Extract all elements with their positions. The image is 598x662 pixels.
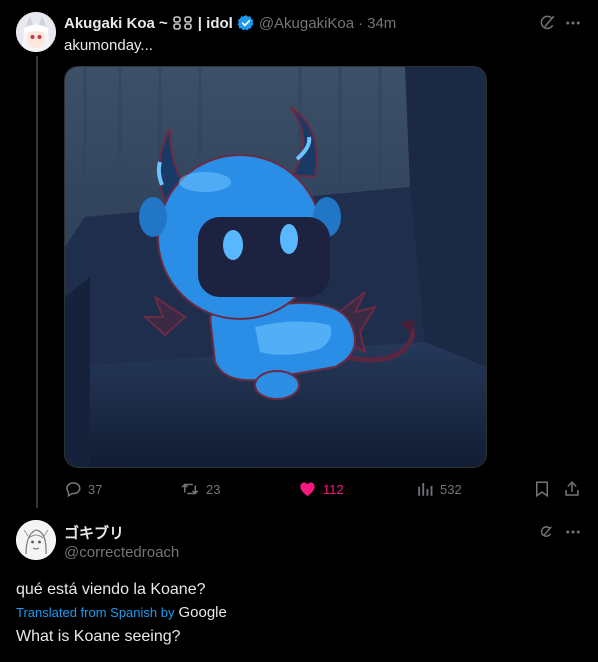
- reply-tweet-text: qué está viendo la Koane?: [16, 581, 206, 598]
- share-icon: [565, 481, 579, 496]
- like-count: 112: [323, 481, 344, 497]
- thread-connector-line: [36, 56, 38, 508]
- tweet-text: akumonday...: [64, 37, 153, 54]
- reply-more-options-icon[interactable]: [562, 522, 584, 542]
- google-logo: Google: [178, 604, 227, 621]
- reply-author-avatar[interactable]: [16, 520, 56, 560]
- author-display-name[interactable]: Akugaki Koa ~: [64, 15, 168, 32]
- views-button[interactable]: 532: [416, 480, 462, 498]
- translation-attribution[interactable]: Translated from Spanish by Google: [16, 604, 227, 621]
- view-count: 532: [440, 481, 462, 497]
- views-chart-icon: [416, 480, 434, 498]
- tweet-header: Akugaki Koa ~ | idol @AkugakiKoa · 34m: [64, 13, 396, 33]
- reply-grok-icon[interactable]: [536, 522, 556, 542]
- reply-icon: [64, 480, 82, 498]
- repost-button[interactable]: 23: [180, 480, 220, 498]
- author-handle[interactable]: @AkugakiKoa: [259, 15, 354, 32]
- grok-icon[interactable]: [536, 12, 558, 34]
- repost-icon: [180, 480, 200, 498]
- more-options-icon[interactable]: [562, 12, 584, 34]
- robot-devil-plush-illustration-icon: [65, 67, 486, 467]
- tweet-media-image[interactable]: [64, 66, 487, 468]
- verified-badge-icon: [237, 14, 255, 32]
- bookmark-button[interactable]: [532, 479, 552, 499]
- reply-count: 37: [88, 481, 103, 497]
- translated-text: What is Koane seeing?: [16, 628, 181, 645]
- time-separator: ·: [358, 14, 364, 32]
- tweet-timestamp[interactable]: 34m: [367, 15, 396, 32]
- reply-button[interactable]: 37: [64, 480, 102, 498]
- share-button[interactable]: [562, 479, 582, 499]
- repost-count: 23: [206, 481, 221, 497]
- reply-author-display-name[interactable]: ゴキブリ: [64, 522, 124, 543]
- translation-label: Translated from Spanish by: [16, 605, 175, 620]
- bookmark-icon: [536, 481, 548, 498]
- reply-author-handle[interactable]: @correctedroach: [64, 544, 179, 561]
- like-button[interactable]: 112: [298, 480, 344, 498]
- author-name-suffix: | idol: [197, 14, 233, 32]
- heart-filled-icon: [298, 480, 317, 498]
- chain-emoji-icon: [172, 15, 194, 31]
- author-avatar[interactable]: [16, 12, 56, 52]
